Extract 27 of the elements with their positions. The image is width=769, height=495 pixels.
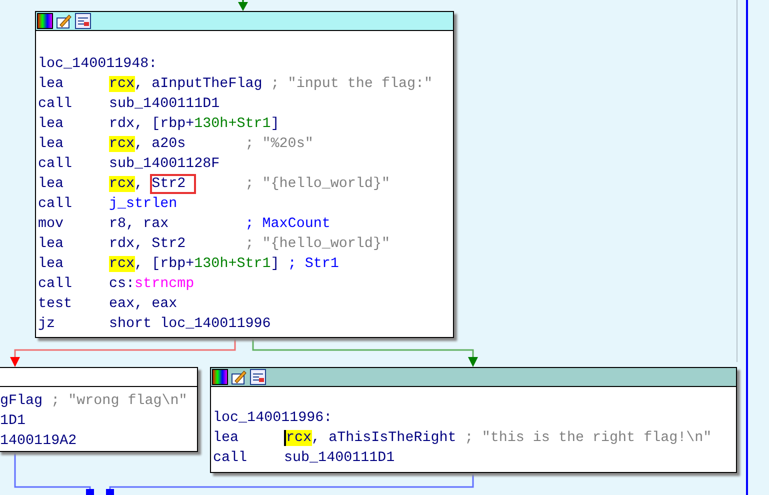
color-palette-icon[interactable] xyxy=(37,13,53,29)
pencil-icon[interactable] xyxy=(231,369,247,385)
color-palette-icon[interactable] xyxy=(212,369,228,385)
code-line: gFlag ; "wrong flag\n" xyxy=(0,392,188,411)
code-line: lea rdx, [rbp+130h+Str1] xyxy=(38,115,280,134)
graph-window-icon[interactable] xyxy=(250,369,266,385)
code-line: lea rcx, Str2 ; "{hello_world}" xyxy=(38,175,390,194)
code-line: loc_140011948: xyxy=(38,55,158,74)
code-line: call sub_1400111D1 xyxy=(38,95,220,114)
code-line: 1400119A2 xyxy=(0,432,77,451)
edge-arrow xyxy=(238,0,248,11)
code-line: lea rcx, aInputTheFlag ; "input the flag:" xyxy=(38,75,433,94)
code-line: call j_strlen xyxy=(38,195,178,214)
code-line: 1D1 xyxy=(0,412,26,431)
code-line: lea rdx, Str2 ; "{hello_world}" xyxy=(38,235,390,254)
code-line: loc_140011996: xyxy=(213,409,332,428)
code-line: test eax, eax xyxy=(38,295,178,314)
code-line: call sub_1400111D1 xyxy=(213,449,395,468)
code-line: lea rcx, [rbp+130h+Str1] ; Str1 xyxy=(38,255,339,274)
code-line: jz short loc_140011996 xyxy=(38,315,271,334)
graph-window-icon[interactable] xyxy=(75,13,91,29)
code-line: lea rcx, a20s ; "%20s" xyxy=(38,135,314,154)
code-line: call sub_14001128F xyxy=(38,155,220,174)
code-line: call cs:strncmp xyxy=(38,275,194,294)
code-line: mov r8, rax ; MaxCount xyxy=(38,215,330,234)
code-line: lea rcx, aThisIsTheRight ; "this is the right flag!\n" xyxy=(213,429,712,448)
pencil-icon[interactable] xyxy=(56,13,72,29)
